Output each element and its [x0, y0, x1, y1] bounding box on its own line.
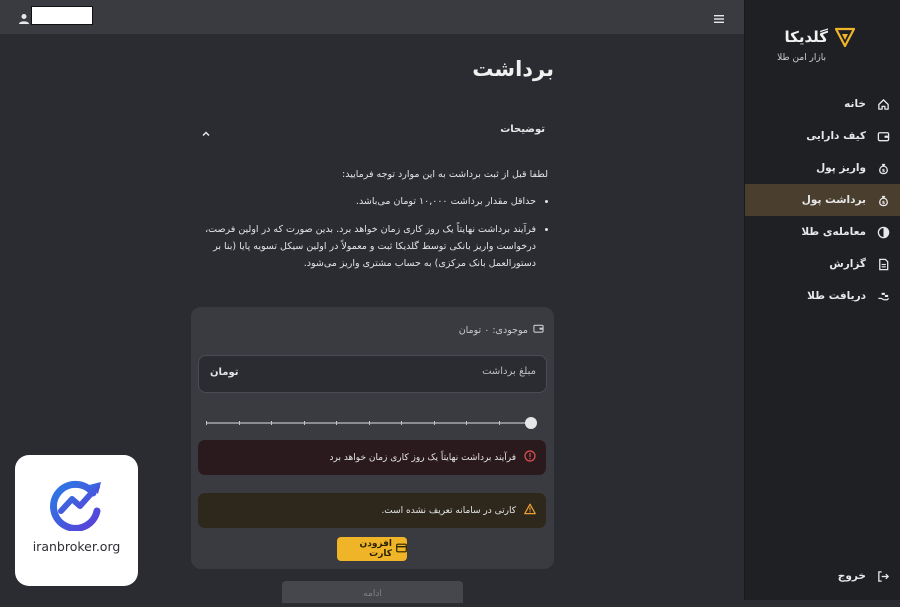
currency-label: تومان: [210, 367, 239, 378]
slider-tick: [466, 421, 467, 425]
goldika-logo-icon: [834, 26, 856, 48]
sidebar-item-withdraw[interactable]: $ برداشت پول: [745, 184, 900, 216]
hand-receive-icon: [876, 289, 890, 303]
error-circle-icon: [524, 450, 536, 465]
user-icon[interactable]: [18, 10, 30, 24]
withdraw-card: موجودی: ۰ تومان تومان فرآیند برداشت نهای…: [191, 307, 554, 569]
brand-tagline: بازار امن طلا: [777, 53, 826, 63]
sidebar-item-deposit[interactable]: $ واریز پول: [745, 152, 900, 184]
sidebar-item-home[interactable]: خانه: [745, 88, 900, 120]
svg-text:$: $: [881, 168, 884, 174]
slider-tick: [271, 421, 272, 425]
amount-slider[interactable]: [206, 417, 539, 429]
credit-card-icon: [396, 543, 407, 556]
wallet-icon: [533, 323, 544, 337]
amount-field: تومان: [198, 355, 547, 393]
sidebar-item-label: معامله‌ی طلا: [801, 226, 866, 238]
add-card-label: افزودن کارت: [359, 539, 392, 559]
watermark-text: iranbroker.org: [32, 539, 121, 554]
sidebar-item-label: برداشت پول: [801, 194, 866, 206]
logout-area: خروج: [745, 560, 900, 592]
slider-tick: [304, 421, 305, 425]
logout-label: خروج: [837, 570, 866, 582]
slider-tick: [401, 421, 402, 425]
money-bag-icon: $: [876, 193, 890, 207]
accordion-title[interactable]: توضیحات: [500, 124, 545, 135]
slider-tick: [434, 421, 435, 425]
sidebar-item-receive-gold[interactable]: دریافت طلا: [745, 280, 900, 312]
page-title: برداشت: [472, 57, 554, 81]
iranbroker-watermark: iranbroker.org: [15, 455, 138, 586]
note-item: فرآیند برداشت نهایتاً یک روز کاری زمان خ…: [193, 221, 536, 272]
money-bag-icon: $: [876, 161, 890, 175]
description-intro: لطفا قبل از ثبت برداشت به این موارد توجه…: [342, 169, 548, 180]
sidebar-item-label: گزارش: [829, 258, 866, 270]
brand-name: گلدیکا: [784, 28, 829, 46]
add-card-button[interactable]: افزودن کارت: [337, 537, 407, 561]
withdraw-amount-input[interactable]: [334, 365, 538, 378]
description-section: لطفا قبل از ثبت برداشت به این موارد توجه…: [193, 166, 548, 283]
warning-alert-text: کارتی در سامانه تعریف نشده است.: [381, 505, 516, 516]
trend-chart-logo-icon: [45, 473, 107, 532]
balance-text: موجودی: ۰ تومان: [458, 324, 528, 336]
top-bar: [0, 0, 745, 34]
description-notes: حداقل مقدار برداشت ۱۰,۰۰۰ تومان می‌باشد.…: [193, 193, 548, 272]
slider-tick: [499, 421, 500, 425]
sidebar-item-wallet[interactable]: کیف دارایی: [745, 120, 900, 152]
slider-tick: [369, 421, 370, 425]
document-icon: [876, 257, 890, 271]
sidebar-item-label: کیف دارایی: [806, 130, 866, 142]
hamburger-icon[interactable]: [713, 10, 725, 23]
sidebar-item-logout[interactable]: خروج: [745, 560, 900, 592]
sidebar-nav: خانه کیف دارایی $ واریز پول $ برداشت پول…: [745, 88, 900, 312]
brand[interactable]: گلدیکا: [785, 26, 857, 48]
logout-icon: [876, 569, 890, 583]
sidebar: گلدیکا بازار امن طلا خانه کیف دارایی $ و…: [744, 0, 900, 600]
balance-display: موجودی: ۰ تومان: [459, 323, 544, 337]
wallet-icon: [876, 129, 890, 143]
username-redacted: [31, 6, 93, 25]
sidebar-item-label: واریز پول: [816, 162, 866, 174]
warning-triangle-icon: [524, 503, 536, 518]
note-item: حداقل مقدار برداشت ۱۰,۰۰۰ تومان می‌باشد.: [193, 193, 536, 210]
sidebar-item-report[interactable]: گزارش: [745, 248, 900, 280]
slider-tick: [206, 421, 207, 425]
slider-thumb[interactable]: [525, 417, 537, 429]
home-icon: [876, 97, 890, 111]
sidebar-item-label: دریافت طلا: [807, 290, 866, 302]
error-alert-text: فرآیند برداشت نهایتاً یک روز کاری زمان خ…: [329, 452, 516, 463]
warning-alert: کارتی در سامانه تعریف نشده است.: [198, 493, 546, 528]
error-alert: فرآیند برداشت نهایتاً یک روز کاری زمان خ…: [198, 440, 546, 475]
chevron-up-icon[interactable]: [200, 124, 212, 137]
sidebar-item-gold-trade[interactable]: معامله‌ی طلا: [745, 216, 900, 248]
sidebar-item-label: خانه: [844, 98, 866, 110]
svg-text:$: $: [881, 200, 884, 206]
slider-tick: [239, 421, 240, 425]
exchange-icon: [876, 225, 890, 239]
slider-tick: [336, 421, 337, 425]
